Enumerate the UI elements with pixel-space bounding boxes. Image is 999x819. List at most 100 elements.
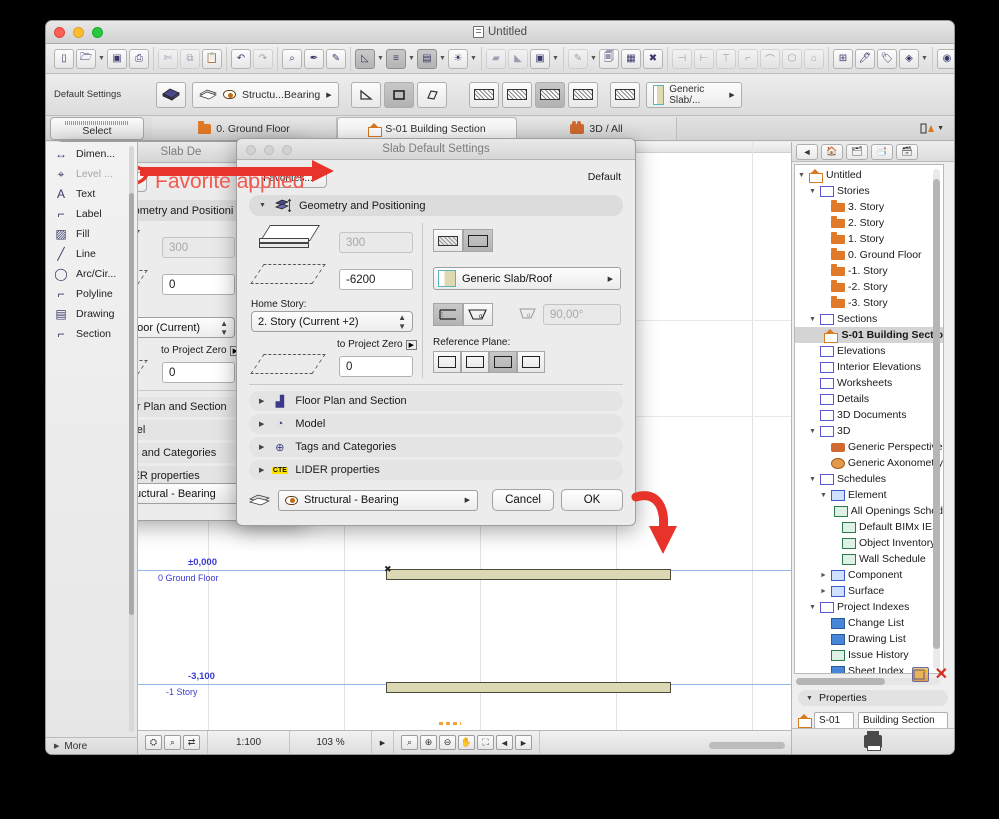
project-zero-field[interactable]: 0 xyxy=(339,356,413,377)
printer-icon[interactable] xyxy=(864,731,882,751)
horizontal-scrollbar[interactable] xyxy=(709,742,785,749)
geometry-positioning-header[interactable]: ▼ Geometry and Positioning xyxy=(249,195,623,216)
project-zero-popup-back[interactable]: to Project Zero ▶ xyxy=(161,345,241,356)
publisher-icon[interactable]: 🗃 xyxy=(896,143,918,160)
next-zoom-icon[interactable]: ► xyxy=(515,735,532,750)
group-toggle-button[interactable]: ✖ xyxy=(643,48,663,69)
material-popup-toolbar[interactable]: Generic Slab/... ▶ xyxy=(645,81,742,108)
bimcloud-button[interactable]: ◈ xyxy=(899,48,919,69)
grid-snap-button[interactable]: ▦ xyxy=(621,48,641,69)
thickness-field[interactable]: 300 xyxy=(339,232,413,253)
teamwork-status-button[interactable]: ◉ xyxy=(937,48,954,69)
slab-element-lower[interactable] xyxy=(386,682,671,693)
zoom-popup-arrow[interactable]: ▶ xyxy=(372,730,394,754)
view-map-icon[interactable]: 🗂 xyxy=(846,143,868,160)
ref-plane-core-top-button[interactable] xyxy=(461,351,489,373)
tree-twisty[interactable]: ► xyxy=(819,588,828,595)
favorite-popup[interactable]: Structu...Bearing ▶ xyxy=(192,81,339,108)
tree-item-drawing-list[interactable]: Drawing List xyxy=(795,631,943,647)
tree-item-s-01-building-sectio[interactable]: S-01 Building Sectio xyxy=(795,327,943,343)
palette-item-text[interactable]: A Text xyxy=(46,184,137,204)
print-button[interactable]: ⎙ xyxy=(129,48,149,69)
tree-item-elevations[interactable]: Elevations xyxy=(795,343,943,359)
slab-default-settings-dialog[interactable]: Slab Default Settings Favorites... Defau… xyxy=(236,138,636,526)
parameter-transfer-pickup-button[interactable]: ✒ xyxy=(304,48,324,69)
tree-twisty[interactable]: ► xyxy=(819,572,828,579)
ref-plane-core-top-button[interactable] xyxy=(501,81,532,108)
navigation-buttons[interactable]: ⌕ ⊕ ⊖ ✋ ⛶ ◄ ► xyxy=(394,730,540,754)
tree-item-change-list[interactable]: Change List xyxy=(795,615,943,631)
geometry-method-rotated[interactable] xyxy=(416,81,447,108)
trace-icon[interactable]: ⇄ xyxy=(183,735,200,750)
tree-item-default-bimx-ies[interactable]: Default BIMx IES xyxy=(795,519,943,535)
dialog-footer[interactable]: Structural - Bearing ▶ Cancel OK xyxy=(249,489,623,511)
mark-up-button[interactable]: 🖊 xyxy=(855,48,875,69)
tree-item-2-story[interactable]: -2. Story xyxy=(795,279,943,295)
tree-item-interior-elevations[interactable]: Interior Elevations xyxy=(795,359,943,375)
parameter-transfer-inject-button[interactable]: ✎ xyxy=(326,48,346,69)
previous-zoom-icon[interactable]: ◄ xyxy=(496,735,513,750)
chevron-down-icon[interactable]: ▼ xyxy=(259,202,266,209)
tree-item-worksheets[interactable]: Worksheets xyxy=(795,375,943,391)
tree-item-generic-perspective[interactable]: Generic Perspective xyxy=(795,439,943,455)
pen-settings-button[interactable]: ▤ xyxy=(417,48,437,69)
chevron-down-icon[interactable]: ▼ xyxy=(806,695,813,702)
tree-item-2-story[interactable]: 2. Story xyxy=(795,215,943,231)
properties-row[interactable]: S-01 Building Section xyxy=(798,712,948,729)
tree-item-element[interactable]: ▼ Element xyxy=(795,487,943,503)
palette-scrollbar[interactable] xyxy=(129,146,134,732)
elevation-field[interactable]: -6200 xyxy=(339,269,413,290)
elevation-field-back[interactable]: 0 xyxy=(162,274,235,295)
vertical-edge-button[interactable] xyxy=(433,303,463,326)
chevron-down-icon[interactable]: ▼ xyxy=(376,55,385,62)
zoom-out-icon[interactable]: ⊖ xyxy=(439,735,456,750)
palette-item-fill[interactable]: ▨ Fill xyxy=(46,224,137,244)
tree-item-1-story[interactable]: 1. Story xyxy=(795,231,943,247)
tab-s-01-building-section[interactable]: S-01 Building Section xyxy=(337,117,517,140)
pan-icon[interactable]: ✋ xyxy=(458,735,475,750)
tree-item-3-story[interactable]: 3. Story xyxy=(795,199,943,215)
tree-twisty[interactable]: ▼ xyxy=(808,428,817,435)
delete-view-button[interactable]: ✕ xyxy=(935,666,948,682)
palette-item-dimen[interactable]: ↔ Dimen... xyxy=(46,144,137,164)
chevron-right-icon[interactable]: ▶ xyxy=(259,420,264,428)
tags-button[interactable]: 🏷 xyxy=(877,48,897,69)
tree-item-1-story[interactable]: -1. Story xyxy=(795,263,943,279)
building-material-popup[interactable]: Generic Slab/Roof ▶ xyxy=(433,267,621,290)
zoom-value[interactable]: 103 % xyxy=(290,730,372,754)
new-file-button[interactable]: ▯ xyxy=(54,48,74,69)
slab-node-handle[interactable]: ✖ xyxy=(384,565,392,574)
chevron-right-icon[interactable]: ▶ xyxy=(608,275,613,283)
section-model[interactable]: ▶ ◔ Model xyxy=(249,414,623,434)
tree-item-sections[interactable]: ▼ Sections xyxy=(795,311,943,327)
tree-item-3d[interactable]: ▼ 3D xyxy=(795,423,943,439)
tree-item-component[interactable]: ► Component xyxy=(795,567,943,583)
tree-twisty[interactable]: ▼ xyxy=(808,188,817,195)
undo-button[interactable]: ↶ xyxy=(231,48,251,69)
ref-plane-top-button[interactable] xyxy=(433,351,461,373)
chevron-down-icon[interactable]: ▼ xyxy=(97,55,106,62)
zoom-detail-icon[interactable]: ⌕ xyxy=(164,735,181,750)
project-map-icon[interactable]: 🏠 xyxy=(821,143,843,160)
section-tags-and-categories[interactable]: ▶ ⊕ Tags and Categories xyxy=(249,437,623,457)
tree-twisty[interactable]: ▼ xyxy=(797,172,806,179)
composite-structure-button[interactable] xyxy=(463,229,493,252)
chevron-right-icon[interactable]: ▶ xyxy=(259,397,264,405)
renovation-filter-button[interactable]: ▣ xyxy=(530,48,550,69)
tool-palette[interactable]: ↔ Dimen... ⌖ Level ... A Text ⌐ Label ▨ Fill ╱ Line… xyxy=(46,142,138,754)
tree-item-schedules[interactable]: ▼ Schedules xyxy=(795,471,943,487)
reference-plane-group-toolbar[interactable] xyxy=(468,81,598,108)
section-floor-plan-and-section[interactable]: ▶ ▟ Floor Plan and Section xyxy=(249,391,623,411)
view-name-field[interactable]: Building Section xyxy=(858,712,948,729)
marquee-button[interactable]: ◺ xyxy=(355,48,375,69)
tree-twisty[interactable]: ▼ xyxy=(819,492,828,499)
fit-in-window-icon[interactable]: ⛶ xyxy=(477,735,494,750)
project-zero-field-back[interactable]: 0 xyxy=(162,362,235,383)
tree-twisty[interactable]: ▼ xyxy=(808,316,817,323)
quick-options-icon[interactable]: ⛭ xyxy=(145,735,162,750)
geometry-method-polygonal[interactable] xyxy=(350,81,381,108)
find-select-button[interactable]: ⌕ xyxy=(282,48,302,69)
chevron-right-icon[interactable]: ▶ xyxy=(259,466,264,474)
layer-settings-button[interactable]: ≡ xyxy=(386,48,406,69)
tree-item-details[interactable]: Details xyxy=(795,391,943,407)
